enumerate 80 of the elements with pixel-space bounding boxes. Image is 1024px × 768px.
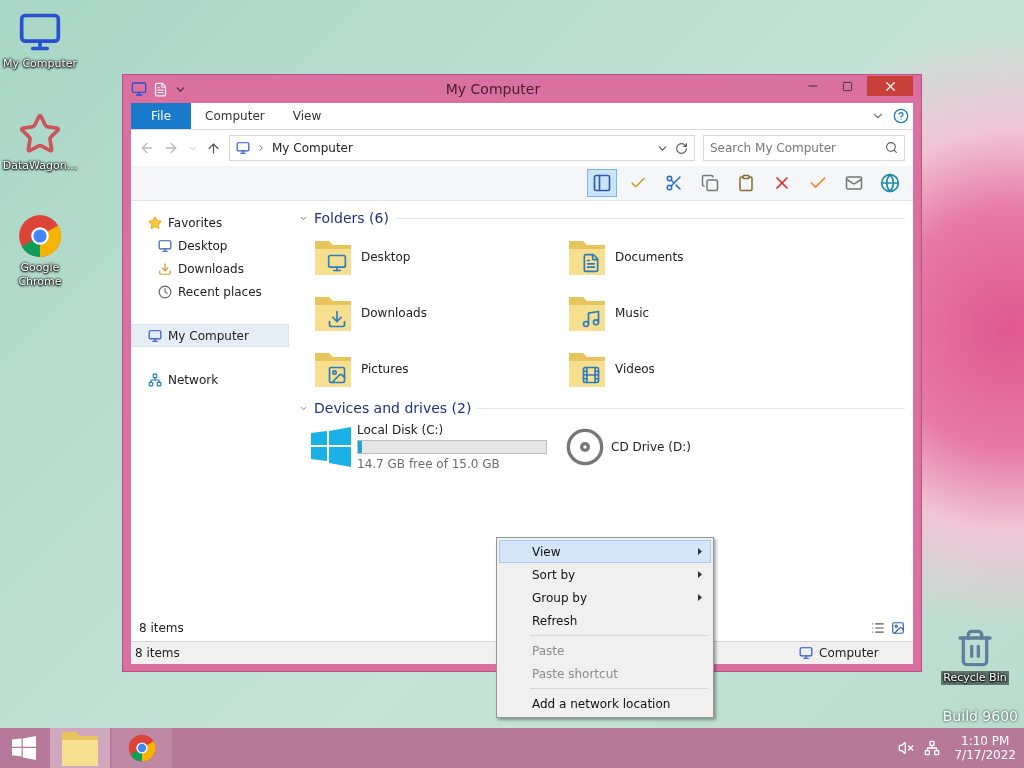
- search-icon[interactable]: [885, 141, 898, 154]
- address-text: My Computer: [272, 141, 354, 155]
- envelope-icon: [845, 174, 863, 192]
- download-icon: [158, 261, 172, 276]
- details-view-icon[interactable]: [871, 621, 885, 635]
- nav-item[interactable]: Downloads: [131, 257, 289, 280]
- item-name: Downloads: [361, 306, 427, 320]
- nav-item[interactable]: Network: [131, 368, 289, 391]
- drive-item[interactable]: Local Disk (C:) 14.7 GB free of 15.0 GB: [311, 419, 565, 475]
- document-icon[interactable]: [153, 81, 168, 97]
- copy-icon: [701, 174, 719, 192]
- monitor-icon: [158, 238, 172, 253]
- desktop-icon-label[interactable]: Recycle Bin: [941, 671, 1009, 685]
- nav-item[interactable]: My Computer: [131, 324, 289, 347]
- group-title[interactable]: Devices and drives (2): [314, 400, 472, 416]
- drive-item[interactable]: CD Drive (D:): [565, 419, 819, 475]
- back-icon[interactable]: [139, 140, 155, 156]
- ribbon-tab[interactable]: Computer: [191, 103, 279, 129]
- close-button[interactable]: [867, 76, 913, 96]
- menu-item[interactable]: View: [499, 540, 711, 563]
- refresh-icon[interactable]: [675, 141, 688, 155]
- nav-label: My Computer: [168, 328, 249, 343]
- item-name: Local Disk (C:): [357, 423, 445, 437]
- computer-icon: [799, 646, 813, 660]
- item-name: Pictures: [361, 362, 409, 376]
- item-name: CD Drive (D:): [611, 440, 691, 454]
- menu-item[interactable]: Sort by: [499, 563, 711, 586]
- icons-view-icon[interactable]: [891, 621, 905, 635]
- globe-icon: [880, 173, 900, 193]
- nav-label: Desktop: [178, 238, 228, 253]
- clock-icon: [158, 284, 172, 299]
- free-space: 14.7 GB free of 15.0 GB: [357, 457, 501, 471]
- search-field[interactable]: Search My Computer: [703, 135, 905, 161]
- item-name: Videos: [615, 362, 655, 376]
- nav-item[interactable]: Desktop: [131, 234, 289, 257]
- nav-label: Favorites: [168, 215, 223, 230]
- submenu-arrow-icon: [698, 571, 702, 578]
- windows-logo-icon: [311, 427, 351, 467]
- computer-icon: [148, 328, 162, 343]
- pane-button[interactable]: [587, 169, 617, 197]
- scissors-icon: [665, 174, 683, 192]
- help-icon[interactable]: [893, 108, 909, 124]
- address-bar[interactable]: My Computer: [229, 135, 695, 161]
- nav-item[interactable]: Favorites: [131, 211, 289, 234]
- window-title: My Computer: [444, 81, 542, 97]
- computer-icon: [236, 141, 250, 155]
- status-count: 8 items: [135, 646, 180, 660]
- pane-icon: [592, 173, 612, 193]
- item-name: Documents: [615, 250, 684, 264]
- computer-icon[interactable]: [131, 81, 147, 97]
- nav-label: Recent places: [178, 284, 262, 299]
- chevron-icon: [256, 143, 266, 153]
- muted-speaker-icon[interactable]: [898, 740, 915, 756]
- taskbar-app[interactable]: [112, 728, 172, 768]
- submenu-arrow-icon: [698, 594, 702, 601]
- round-logo-icon: [128, 734, 156, 762]
- windows-logo-icon: [12, 736, 36, 760]
- build-watermark: Build 9600: [942, 708, 1018, 724]
- clipboard-icon: [737, 174, 755, 192]
- forward-icon[interactable]: [163, 140, 179, 156]
- maximize-icon: [841, 80, 853, 92]
- disc-icon: [565, 427, 605, 467]
- star-icon: [148, 215, 162, 230]
- item-name: Music: [615, 306, 650, 320]
- menu-item[interactable]: Refresh: [499, 609, 711, 632]
- status-location: Computer: [819, 646, 880, 660]
- menu-item[interactable]: Group by: [499, 586, 711, 609]
- group-title[interactable]: Folders (6): [314, 210, 389, 226]
- nav-label: Network: [168, 372, 219, 387]
- ribbon-tab[interactable]: View: [278, 103, 336, 129]
- network-icon: [148, 372, 162, 387]
- submenu-arrow-icon: [698, 548, 702, 555]
- item-count: 8 items: [139, 621, 184, 635]
- network-icon[interactable]: [924, 740, 941, 756]
- round-logo-icon: [18, 214, 62, 258]
- nav-item[interactable]: Recent places: [131, 280, 289, 303]
- item-name: Desktop: [361, 250, 411, 264]
- ribbon-tab[interactable]: File: [131, 103, 192, 129]
- up-icon[interactable]: [206, 140, 221, 156]
- nav-label: Downloads: [178, 261, 244, 276]
